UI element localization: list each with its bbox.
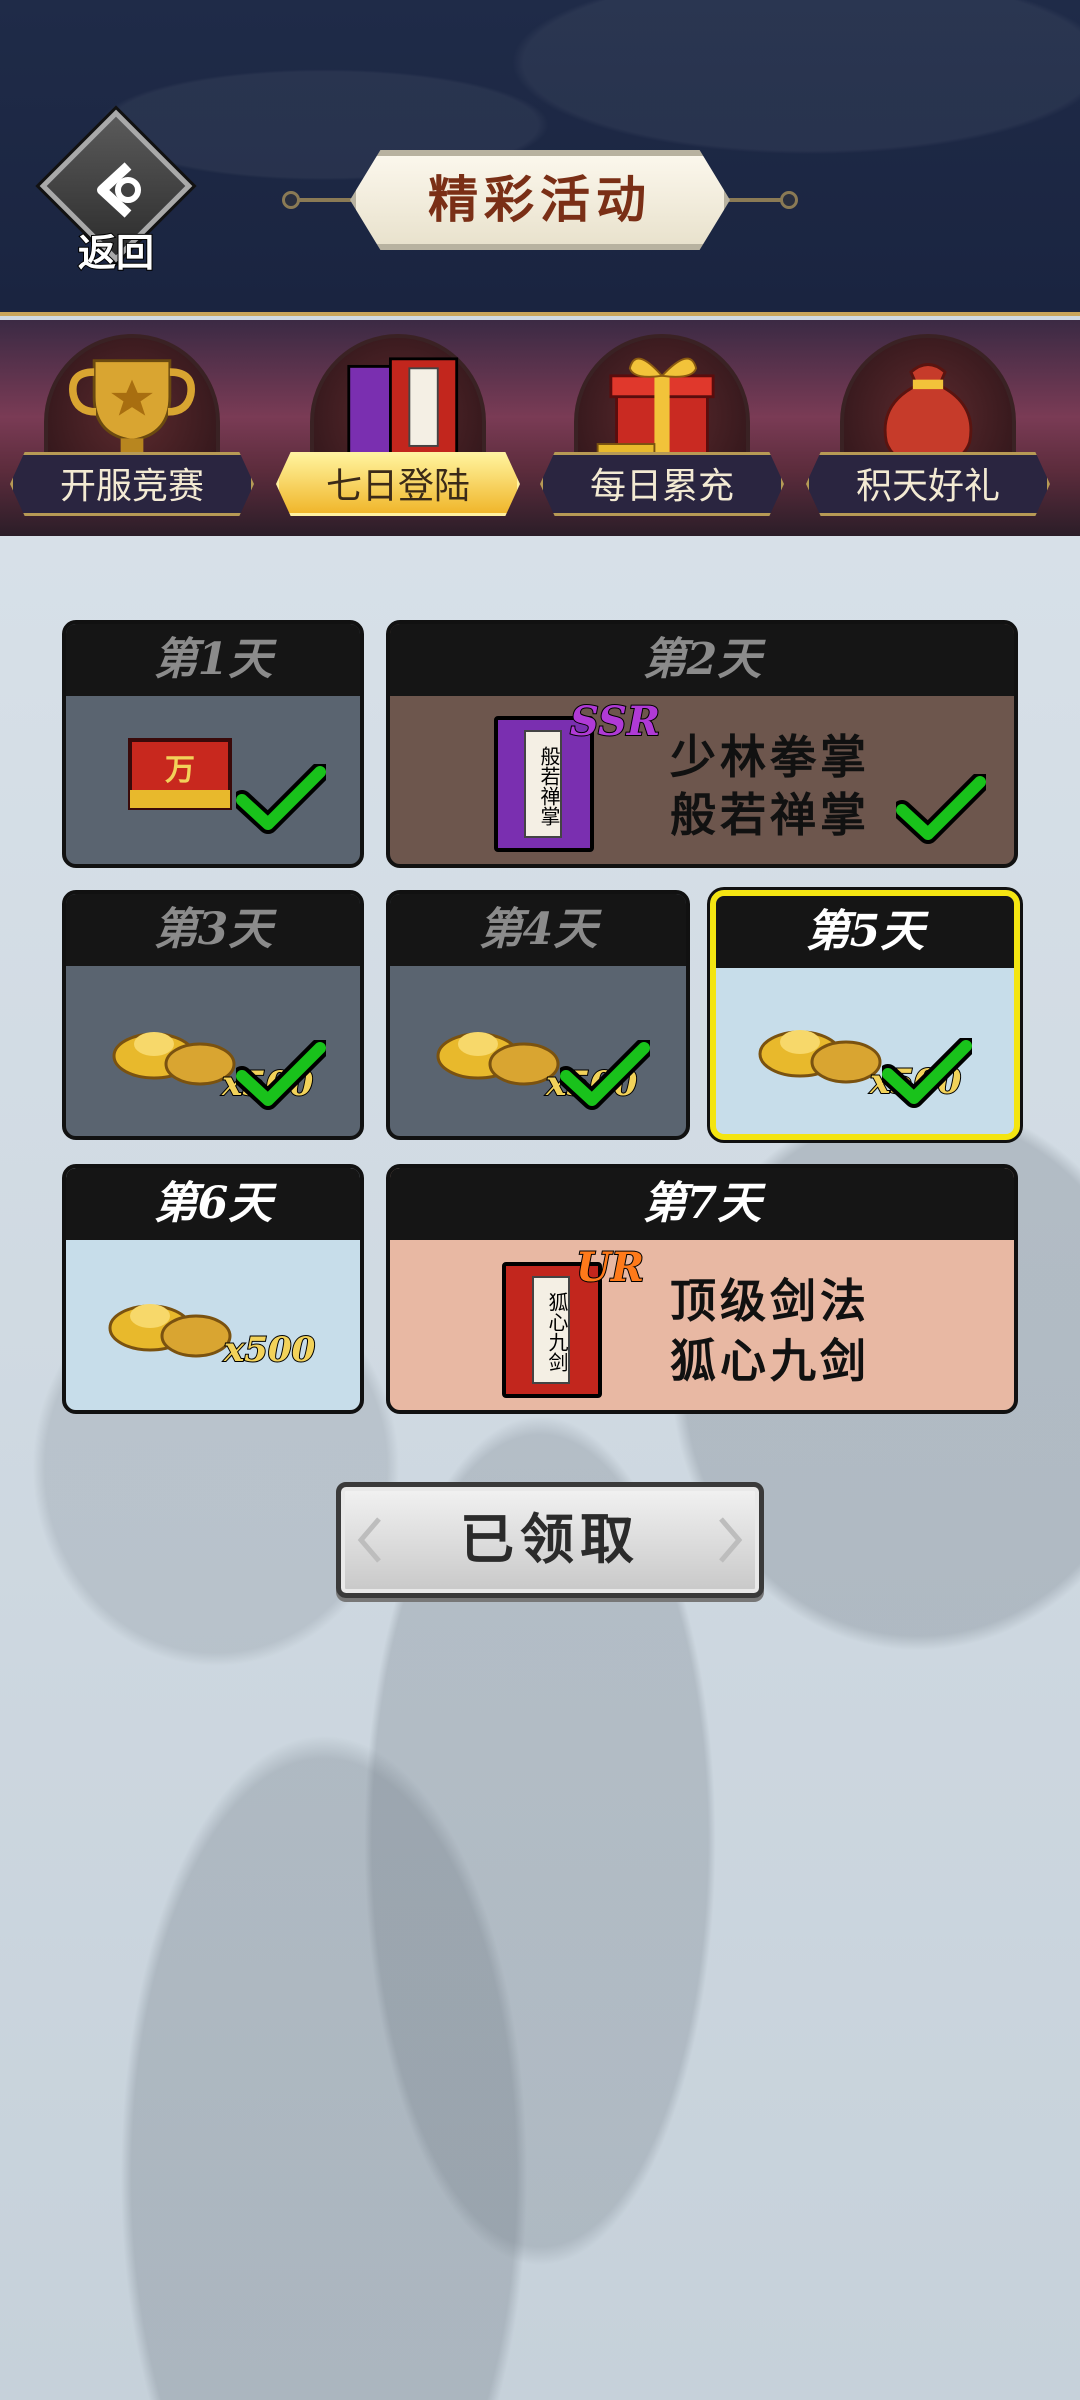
back-label: 返回 bbox=[77, 229, 155, 276]
chevron-left-icon bbox=[357, 1517, 381, 1563]
reward-line-1: 顶级剑法 bbox=[670, 1274, 870, 1328]
gold-ingot-icon bbox=[758, 1030, 882, 1084]
claimed-button[interactable]: 已领取 bbox=[336, 1482, 764, 1598]
book-title: 狐心九剑 bbox=[532, 1276, 570, 1384]
activity-tabs: 开服竞赛 七日登陆 每日累充 积天好礼 bbox=[0, 320, 1080, 536]
check-icon bbox=[882, 1038, 972, 1108]
day-label: 第4天 bbox=[390, 894, 686, 966]
tab-label: 开服竞赛 bbox=[10, 452, 254, 516]
tab-seven-day-login[interactable]: 七日登陆 bbox=[268, 320, 528, 536]
day-card-2[interactable]: 第2天 般若禅掌 SSR 少林拳掌 般若禅掌 bbox=[386, 620, 1018, 868]
wan-token-icon: 万 bbox=[128, 738, 232, 810]
day-card-1[interactable]: 第1天 万 bbox=[62, 620, 364, 868]
day-card-7[interactable]: 第7天 狐心九剑 UR 顶级剑法 狐心九剑 bbox=[386, 1164, 1018, 1414]
day-label: 第5天 bbox=[716, 896, 1014, 968]
check-icon bbox=[560, 1040, 650, 1110]
rarity-badge: SSR bbox=[569, 697, 661, 746]
title-ornament-left bbox=[282, 191, 300, 209]
reward-line-1: 少林拳掌 bbox=[670, 730, 870, 784]
claimed-button-label: 已领取 bbox=[460, 1507, 640, 1571]
gold-ingot-icon bbox=[112, 1032, 236, 1086]
check-icon bbox=[896, 774, 986, 844]
tab-cumulative-gift[interactable]: 积天好礼 bbox=[798, 320, 1058, 536]
check-icon bbox=[236, 1040, 326, 1110]
tab-daily-recharge[interactable]: 每日累充 bbox=[532, 320, 792, 536]
gold-ingot-icon bbox=[108, 1304, 232, 1358]
day-label: 第6天 bbox=[66, 1168, 360, 1240]
reward-quantity: x500 bbox=[223, 1329, 316, 1371]
day-card-4[interactable]: 第4天 x500 bbox=[386, 890, 690, 1140]
day-label: 第2天 bbox=[390, 624, 1014, 696]
day-card-3[interactable]: 第3天 x500 bbox=[62, 890, 364, 1140]
book-title: 般若禅掌 bbox=[524, 730, 562, 838]
day-label: 第7天 bbox=[390, 1168, 1014, 1240]
back-arrow-icon bbox=[97, 162, 141, 218]
gold-ingot-icon bbox=[436, 1032, 560, 1086]
top-header: 返回 精彩活动 bbox=[0, 0, 1080, 316]
day-label: 第1天 bbox=[66, 624, 360, 696]
title-ornament-right bbox=[780, 191, 798, 209]
page-title: 精彩活动 bbox=[428, 170, 652, 229]
svg-text:万: 万 bbox=[165, 753, 195, 788]
back-button[interactable]: 返回 bbox=[39, 109, 193, 278]
day-label: 第3天 bbox=[66, 894, 360, 966]
reward-line-2: 般若禅掌 bbox=[670, 788, 870, 842]
tab-label: 七日登陆 bbox=[276, 452, 520, 516]
day-card-5[interactable]: 第5天 x500 bbox=[710, 890, 1020, 1140]
tab-label: 积天好礼 bbox=[806, 452, 1050, 516]
day-card-6[interactable]: 第6天 x500 bbox=[62, 1164, 364, 1414]
tab-server-competition[interactable]: 开服竞赛 bbox=[2, 320, 262, 536]
check-icon bbox=[236, 764, 326, 834]
reward-line-2: 狐心九剑 bbox=[670, 1334, 870, 1388]
tab-label: 每日累充 bbox=[540, 452, 784, 516]
chevron-right-icon bbox=[719, 1517, 743, 1563]
rarity-badge: UR bbox=[575, 1243, 645, 1292]
